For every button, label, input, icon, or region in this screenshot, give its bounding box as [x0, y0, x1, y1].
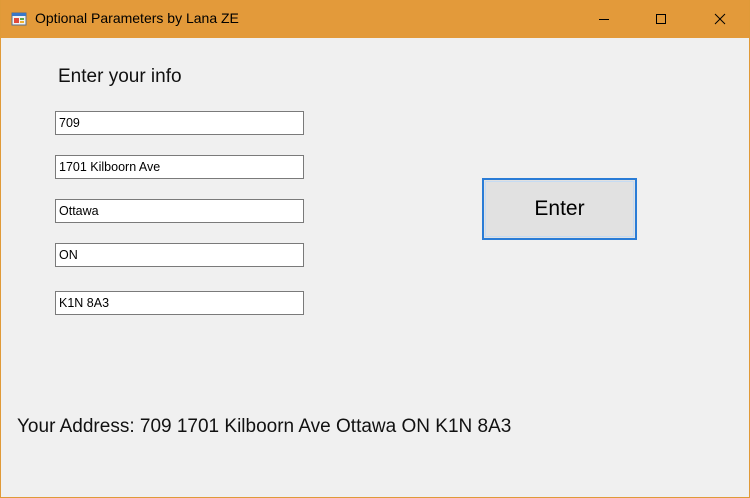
minimize-icon: [599, 19, 609, 20]
form-app-icon[interactable]: [11, 11, 27, 27]
close-button[interactable]: [691, 0, 749, 38]
minimize-button[interactable]: [575, 0, 633, 38]
address-output: Your Address: 709 1701 Kilboorn Ave Otta…: [17, 416, 512, 437]
form-heading: Enter your info: [58, 66, 182, 87]
enter-button-label: Enter: [485, 181, 634, 237]
maximize-button[interactable]: [632, 0, 690, 38]
postal-code-field[interactable]: [55, 291, 304, 315]
enter-button[interactable]: Enter: [482, 178, 637, 240]
maximize-icon: [656, 14, 666, 24]
unit-number-field[interactable]: [55, 111, 304, 135]
app-window: Optional Parameters by Lana ZE Enter you…: [0, 0, 750, 498]
province-field[interactable]: [55, 243, 304, 267]
window-title: Optional Parameters by Lana ZE: [35, 10, 239, 26]
city-field[interactable]: [55, 199, 304, 223]
title-bar[interactable]: Optional Parameters by Lana ZE: [1, 0, 749, 38]
street-field[interactable]: [55, 155, 304, 179]
close-icon: [714, 13, 726, 25]
